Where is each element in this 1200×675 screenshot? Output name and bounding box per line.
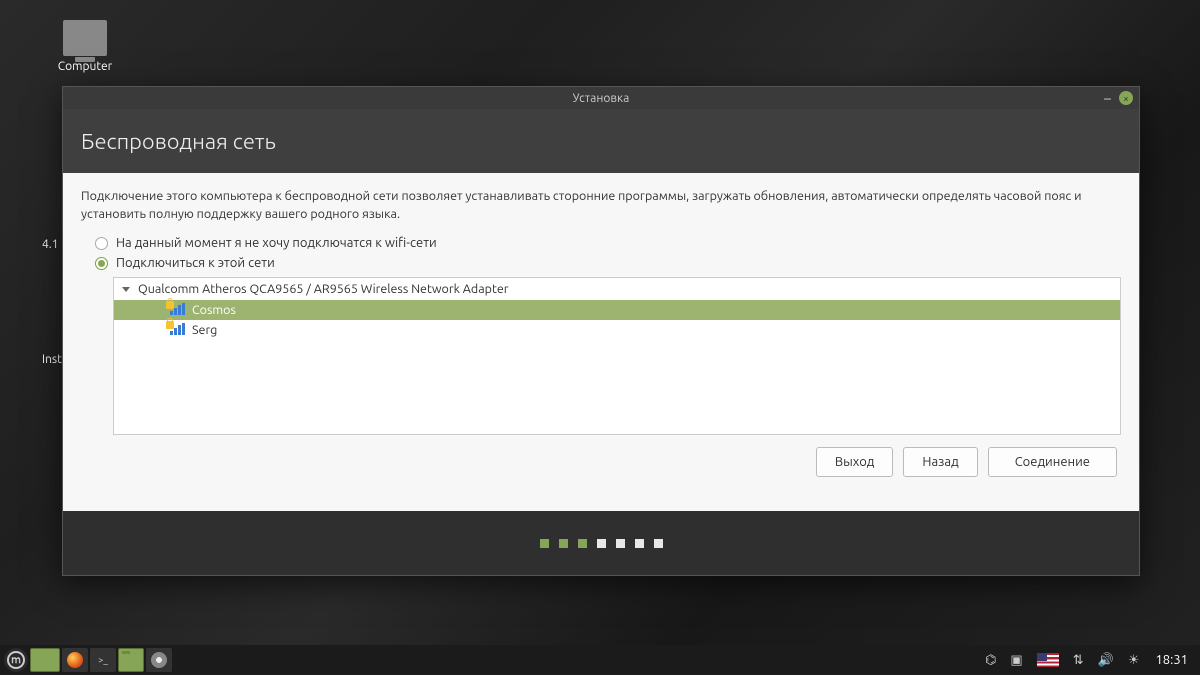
chevron-down-icon bbox=[122, 287, 130, 292]
terminal-launcher[interactable]: >_ bbox=[90, 648, 116, 672]
folder-icon bbox=[122, 654, 140, 667]
wifi-secured-icon bbox=[170, 323, 186, 337]
radio-label: Подключиться к этой сети bbox=[116, 256, 275, 270]
shield-icon: ▣ bbox=[1010, 653, 1022, 668]
quit-button[interactable]: Выход bbox=[816, 447, 894, 477]
bluetooth-icon: ⌬ bbox=[985, 653, 996, 668]
window-titlebar[interactable]: Установка – × bbox=[63, 87, 1139, 109]
window-minimize-button[interactable]: – bbox=[1104, 91, 1111, 105]
progress-dot bbox=[559, 539, 568, 548]
network-ssid: Serg bbox=[192, 323, 217, 337]
power-tray[interactable]: ☀ bbox=[1122, 653, 1146, 668]
radio-icon bbox=[95, 257, 108, 270]
partial-label: 4.1 bbox=[42, 238, 59, 251]
keyboard-layout-tray[interactable] bbox=[1031, 653, 1065, 667]
partial-label: Inst bbox=[42, 353, 62, 366]
volume-tray[interactable]: 🔊 bbox=[1092, 653, 1120, 668]
network-list: Qualcomm Atheros QCA9565 / AR9565 Wirele… bbox=[113, 277, 1121, 435]
speaker-icon: 🔊 bbox=[1098, 653, 1114, 668]
disc-icon bbox=[151, 652, 167, 668]
installer-taskbar-button[interactable] bbox=[146, 648, 172, 672]
mint-logo-icon: ⅿ bbox=[7, 651, 25, 669]
files-launcher[interactable] bbox=[118, 648, 144, 672]
clock[interactable]: 18:31 bbox=[1147, 653, 1196, 667]
button-row: Выход Назад Соединение bbox=[81, 447, 1121, 477]
desktop-icon-computer[interactable]: Computer bbox=[50, 20, 120, 73]
radio-connect-network[interactable]: Подключиться к этой сети bbox=[81, 253, 1121, 273]
network-item-serg[interactable]: Serg bbox=[114, 320, 1120, 340]
show-desktop-button[interactable] bbox=[30, 648, 60, 672]
back-button[interactable]: Назад bbox=[903, 447, 977, 477]
radio-icon bbox=[95, 237, 108, 250]
radio-no-wifi[interactable]: На данный момент я не хочу подключатся к… bbox=[81, 233, 1121, 253]
window-title: Установка bbox=[573, 92, 630, 105]
start-menu-button[interactable]: ⅿ bbox=[4, 648, 28, 672]
installer-content: Подключение этого компьютера к беспровод… bbox=[63, 173, 1139, 511]
updates-tray[interactable]: ▣ bbox=[1004, 653, 1028, 668]
page-heading: Беспроводная сеть bbox=[81, 129, 276, 154]
progress-dot bbox=[540, 539, 549, 548]
brightness-icon: ☀ bbox=[1128, 653, 1140, 668]
window-close-button[interactable]: × bbox=[1119, 91, 1133, 105]
network-icon: ⇅ bbox=[1073, 653, 1084, 668]
firefox-launcher[interactable] bbox=[62, 648, 88, 672]
radio-label: На данный момент я не хочу подключатся к… bbox=[116, 236, 437, 250]
progress-dot bbox=[578, 539, 587, 548]
installer-header: Беспроводная сеть bbox=[63, 109, 1139, 173]
bluetooth-tray[interactable]: ⌬ bbox=[979, 653, 1002, 668]
adapter-name: Qualcomm Atheros QCA9565 / AR9565 Wirele… bbox=[138, 282, 508, 296]
installer-window: Установка – × Беспроводная сеть Подключе… bbox=[62, 86, 1140, 576]
network-item-cosmos[interactable]: Cosmos bbox=[114, 300, 1120, 320]
taskbar: ⅿ >_ ⌬ ▣ ⇅ 🔊 ☀ 18:31 bbox=[0, 645, 1200, 675]
progress-dots bbox=[63, 511, 1139, 575]
progress-dot bbox=[635, 539, 644, 548]
wifi-secured-icon bbox=[170, 303, 186, 317]
progress-dot bbox=[597, 539, 606, 548]
page-description: Подключение этого компьютера к беспровод… bbox=[81, 187, 1121, 223]
monitor-icon bbox=[63, 20, 107, 56]
network-tray[interactable]: ⇅ bbox=[1067, 653, 1090, 668]
progress-dot bbox=[616, 539, 625, 548]
progress-dot bbox=[654, 539, 663, 548]
firefox-icon bbox=[67, 652, 83, 668]
network-adapter-row[interactable]: Qualcomm Atheros QCA9565 / AR9565 Wirele… bbox=[114, 278, 1120, 300]
network-ssid: Cosmos bbox=[192, 303, 236, 317]
terminal-icon: >_ bbox=[98, 655, 108, 665]
connect-button[interactable]: Соединение bbox=[988, 447, 1117, 477]
us-flag-icon bbox=[1037, 653, 1059, 667]
